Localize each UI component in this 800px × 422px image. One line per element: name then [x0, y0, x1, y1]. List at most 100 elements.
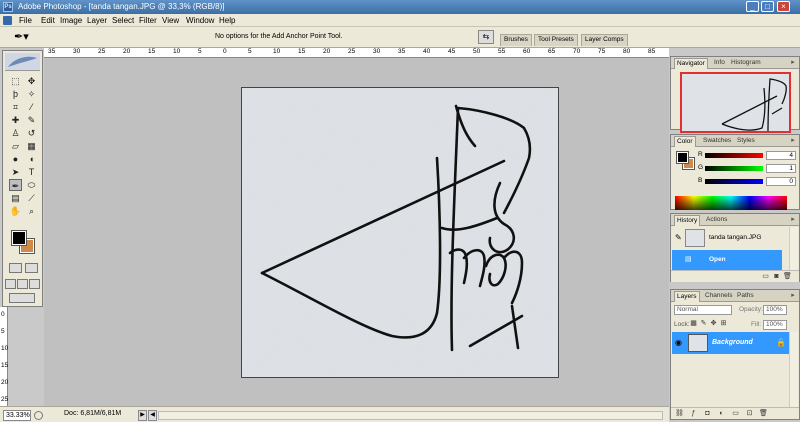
slider-red[interactable]: R 4 [671, 151, 799, 160]
new-document-icon[interactable]: ▭ [761, 273, 770, 281]
eraser-icon[interactable]: ▱ [9, 140, 22, 152]
tab-layers[interactable]: Layers [674, 291, 700, 302]
zoom-field[interactable]: 33.33% [3, 410, 31, 421]
jump-to-imageready-button[interactable] [9, 293, 35, 303]
healing-brush-icon[interactable]: ✚ [9, 114, 22, 126]
tab-histogram[interactable]: Histogram [729, 58, 763, 69]
slider-green[interactable]: G 1 [671, 164, 799, 173]
lock-all-icon[interactable]: ⊞ [719, 320, 728, 328]
history-scrollbar[interactable] [789, 227, 798, 270]
standard-mode-button[interactable] [9, 263, 22, 273]
slider-blue[interactable]: B 0 [671, 177, 799, 186]
tab-channels[interactable]: Channels [703, 291, 734, 302]
layer-style-icon[interactable]: ƒ [689, 410, 698, 418]
quick-mask-button[interactable] [25, 263, 38, 273]
visibility-eye-icon[interactable]: ◉ [675, 338, 682, 347]
screen-mode-standard-button[interactable] [5, 279, 16, 289]
tab-color[interactable]: Color [674, 136, 696, 147]
document-icon[interactable] [3, 16, 12, 25]
history-state-open[interactable]: ▤ Open [672, 250, 782, 270]
blur-icon[interactable]: ● [9, 153, 22, 165]
status-info-icon[interactable] [34, 411, 43, 420]
opacity-field[interactable]: 100% [763, 305, 787, 315]
delete-layer-icon[interactable]: 🗑 [759, 410, 768, 418]
blue-track[interactable] [705, 179, 763, 184]
scroll-left-arrow[interactable]: ◀ [148, 410, 157, 421]
layers-scrollbar[interactable] [789, 332, 798, 407]
add-anchor-point-icon[interactable]: ✒ [9, 179, 22, 191]
blue-value[interactable]: 0 [766, 177, 796, 186]
menu-edit[interactable]: Edit [41, 16, 55, 25]
magic-wand-icon[interactable]: ✧ [25, 88, 38, 100]
menu-image[interactable]: Image [60, 16, 82, 25]
color-foreground-swatch[interactable] [676, 151, 689, 164]
horizontal-ruler[interactable]: 35 30 25 20 15 10 5 0 5 10 15 20 25 30 35 40 45 50 55 60 65 7… [44, 48, 669, 58]
menu-filter[interactable]: Filter [139, 16, 157, 25]
move-icon[interactable]: ✥ [25, 75, 38, 87]
tab-swatches[interactable]: Swatches [701, 136, 733, 147]
history-snapshot[interactable]: ✎ tanda tangan.JPG [672, 228, 782, 248]
link-layers-icon[interactable]: ⛓ [675, 410, 684, 418]
history-brush-icon[interactable]: ↺ [25, 127, 38, 139]
tab-paths[interactable]: Paths [735, 291, 756, 302]
document-image[interactable] [241, 87, 559, 378]
new-group-icon[interactable]: ▭ [731, 410, 740, 418]
color-spectrum-bar[interactable] [675, 196, 787, 210]
eyedropper-icon[interactable]: ⟋ [25, 192, 38, 204]
red-track[interactable] [705, 153, 763, 158]
green-value[interactable]: 1 [766, 164, 796, 173]
palette-menu-icon[interactable]: ▸ [789, 59, 797, 67]
menu-layer[interactable]: Layer [87, 16, 107, 25]
lock-transparency-icon[interactable]: ▦ [689, 320, 698, 328]
layer-row-background[interactable]: ◉ Background 🔒 [672, 332, 789, 354]
zoom-icon[interactable]: ⌕ [25, 205, 38, 217]
gradient-icon[interactable]: ▦ [25, 140, 38, 152]
menu-view[interactable]: View [162, 16, 179, 25]
foreground-color-swatch[interactable] [11, 230, 27, 246]
menu-window[interactable]: Window [186, 16, 214, 25]
screen-mode-menubar-button[interactable] [17, 279, 28, 289]
menu-file[interactable]: File [19, 16, 32, 25]
clone-stamp-icon[interactable]: ♙ [9, 127, 22, 139]
trash-icon[interactable]: 🗑 [783, 273, 792, 281]
lasso-icon[interactable]: ϸ [9, 88, 22, 100]
new-layer-icon[interactable]: ⊡ [745, 410, 754, 418]
type-icon[interactable]: T [25, 166, 38, 178]
shape-icon[interactable]: ⬭ [25, 179, 38, 191]
lock-position-icon[interactable]: ✥ [709, 320, 718, 328]
green-track[interactable] [705, 166, 763, 171]
minimize-button[interactable]: _ [746, 1, 759, 12]
adjustment-layer-icon[interactable]: ◐ [717, 410, 726, 418]
close-button[interactable]: × [777, 1, 790, 12]
blend-mode-select[interactable]: Normal [674, 305, 732, 315]
layer-mask-icon[interactable]: ◘ [703, 410, 712, 418]
tab-brushes[interactable]: Brushes [500, 34, 532, 46]
tab-layer-comps[interactable]: Layer Comps [581, 34, 628, 46]
screen-mode-full-button[interactable] [29, 279, 40, 289]
palette-menu-icon[interactable]: ▸ [789, 292, 797, 300]
menu-select[interactable]: Select [112, 16, 134, 25]
slice-icon[interactable]: ⁄ [25, 101, 38, 113]
tab-info[interactable]: Info [712, 58, 727, 69]
lock-image-icon[interactable]: ✎ [699, 320, 708, 328]
notes-icon[interactable]: ▤ [9, 192, 22, 204]
hand-icon[interactable]: ✋ [9, 205, 22, 217]
menu-help[interactable]: Help [219, 16, 235, 25]
path-selection-icon[interactable]: ➤ [9, 166, 22, 178]
brush-icon[interactable]: ✎ [25, 114, 38, 126]
vertical-ruler[interactable]: 0 5 10 15 20 25 [0, 307, 8, 407]
navigator-preview[interactable] [680, 72, 791, 133]
red-value[interactable]: 4 [766, 151, 796, 160]
palette-menu-icon[interactable]: ▸ [789, 216, 797, 224]
status-menu-arrow[interactable]: ▶ [138, 410, 147, 421]
marquee-icon[interactable]: ⬚ [9, 75, 22, 87]
tab-navigator[interactable]: Navigator [674, 58, 708, 69]
dodge-icon[interactable]: ◖ [25, 153, 38, 165]
tab-styles[interactable]: Styles [735, 136, 757, 147]
camera-icon[interactable]: ◙ [772, 273, 781, 281]
maximize-button[interactable]: □ [761, 1, 774, 12]
tab-actions[interactable]: Actions [704, 215, 729, 226]
palette-well-icon[interactable]: ⇆ [478, 30, 494, 44]
tool-preset-picker[interactable]: ✒▾ [14, 30, 38, 44]
fill-field[interactable]: 100% [763, 320, 787, 330]
